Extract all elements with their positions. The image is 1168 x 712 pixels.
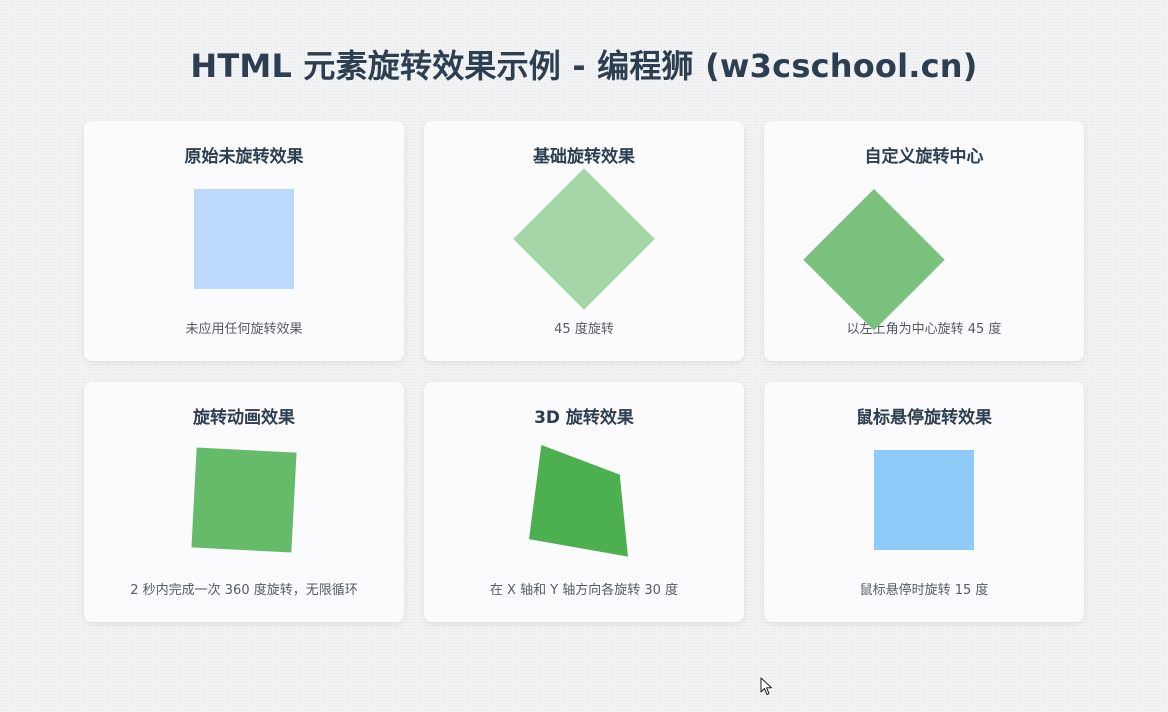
demo-box-3d-rotate bbox=[529, 445, 628, 557]
demo-box-hover-rotate[interactable] bbox=[874, 450, 974, 550]
card-title: 鼠标悬停旋转效果 bbox=[856, 408, 992, 428]
card-title: 自定义旋转中心 bbox=[864, 147, 984, 167]
card-description: 45 度旋转 bbox=[554, 322, 614, 337]
demo-box-animated-rotate bbox=[191, 447, 297, 553]
card-hover-rotation: 鼠标悬停旋转效果 鼠标悬停时旋转 15 度 bbox=[764, 382, 1084, 622]
card-description: 鼠标悬停时旋转 15 度 bbox=[859, 583, 989, 598]
mouse-pointer-icon bbox=[760, 677, 772, 695]
card-title: 基础旋转效果 bbox=[533, 147, 635, 167]
card-custom-origin: 自定义旋转中心 以左上角为中心旋转 45 度 bbox=[764, 121, 1084, 361]
perspective-container bbox=[529, 445, 634, 557]
card-description: 2 秒内完成一次 360 度旋转，无限循环 bbox=[130, 583, 358, 598]
demo-box-origin-rotate bbox=[803, 189, 945, 331]
card-title: 原始未旋转效果 bbox=[184, 147, 304, 167]
card-title: 旋转动画效果 bbox=[193, 408, 295, 428]
page-title: HTML 元素旋转效果示例 - 编程狮 (w3cschool.cn) bbox=[190, 47, 978, 85]
card-rotate-animation: 旋转动画效果 2 秒内完成一次 360 度旋转，无限循环 bbox=[84, 382, 404, 622]
card-basic-rotation: 基础旋转效果 45 度旋转 bbox=[424, 121, 744, 361]
card-3d-rotation: 3D 旋转效果 在 X 轴和 Y 轴方向各旋转 30 度 bbox=[424, 382, 744, 622]
card-title: 3D 旋转效果 bbox=[534, 408, 634, 428]
card-description: 未应用任何旋转效果 bbox=[185, 322, 303, 337]
demo-box-basic-rotate bbox=[513, 168, 655, 310]
demo-box-original bbox=[194, 189, 294, 289]
card-description: 在 X 轴和 Y 轴方向各旋转 30 度 bbox=[489, 583, 679, 598]
card-description: 以左上角为中心旋转 45 度 bbox=[846, 322, 1002, 337]
card-original-rotation: 原始未旋转效果 未应用任何旋转效果 bbox=[84, 121, 404, 361]
